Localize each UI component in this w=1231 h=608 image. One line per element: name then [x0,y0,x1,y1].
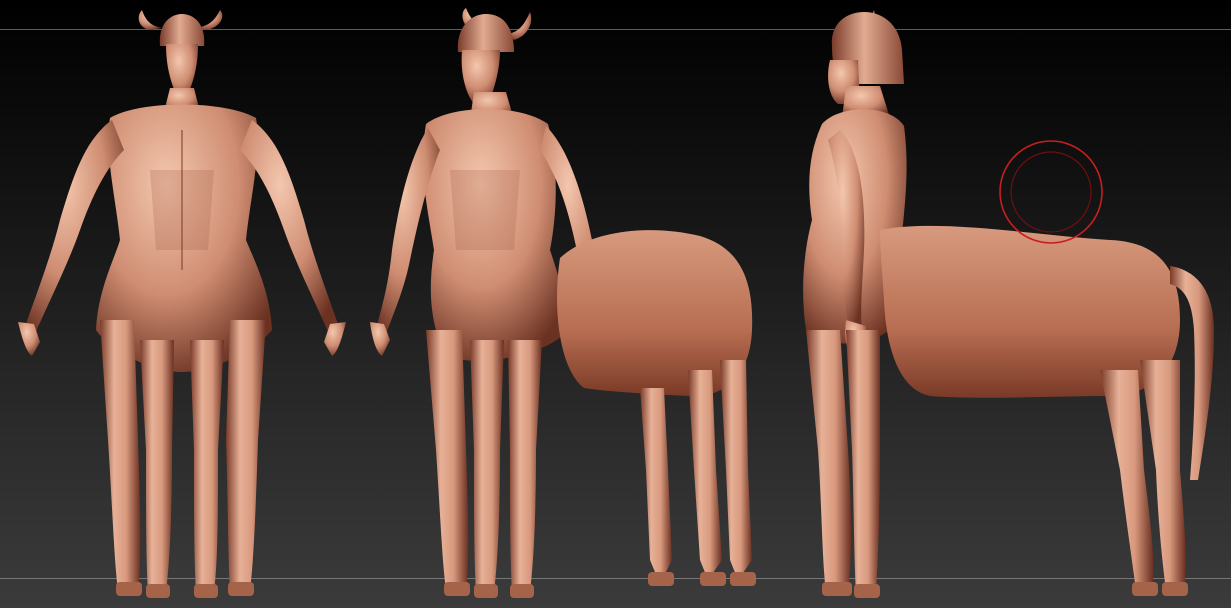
model-scene[interactable] [0,0,1231,608]
brush-cursor-ring-icon[interactable] [998,139,1104,245]
brush-outer-ring [999,140,1103,244]
brush-inner-ring [1010,151,1092,233]
centaur-front-view-model[interactable] [18,10,346,598]
centaur-three-quarter-view-model[interactable] [370,8,756,598]
centaur-side-view-model[interactable] [803,10,1214,598]
sculpt-viewport[interactable] [0,0,1231,608]
